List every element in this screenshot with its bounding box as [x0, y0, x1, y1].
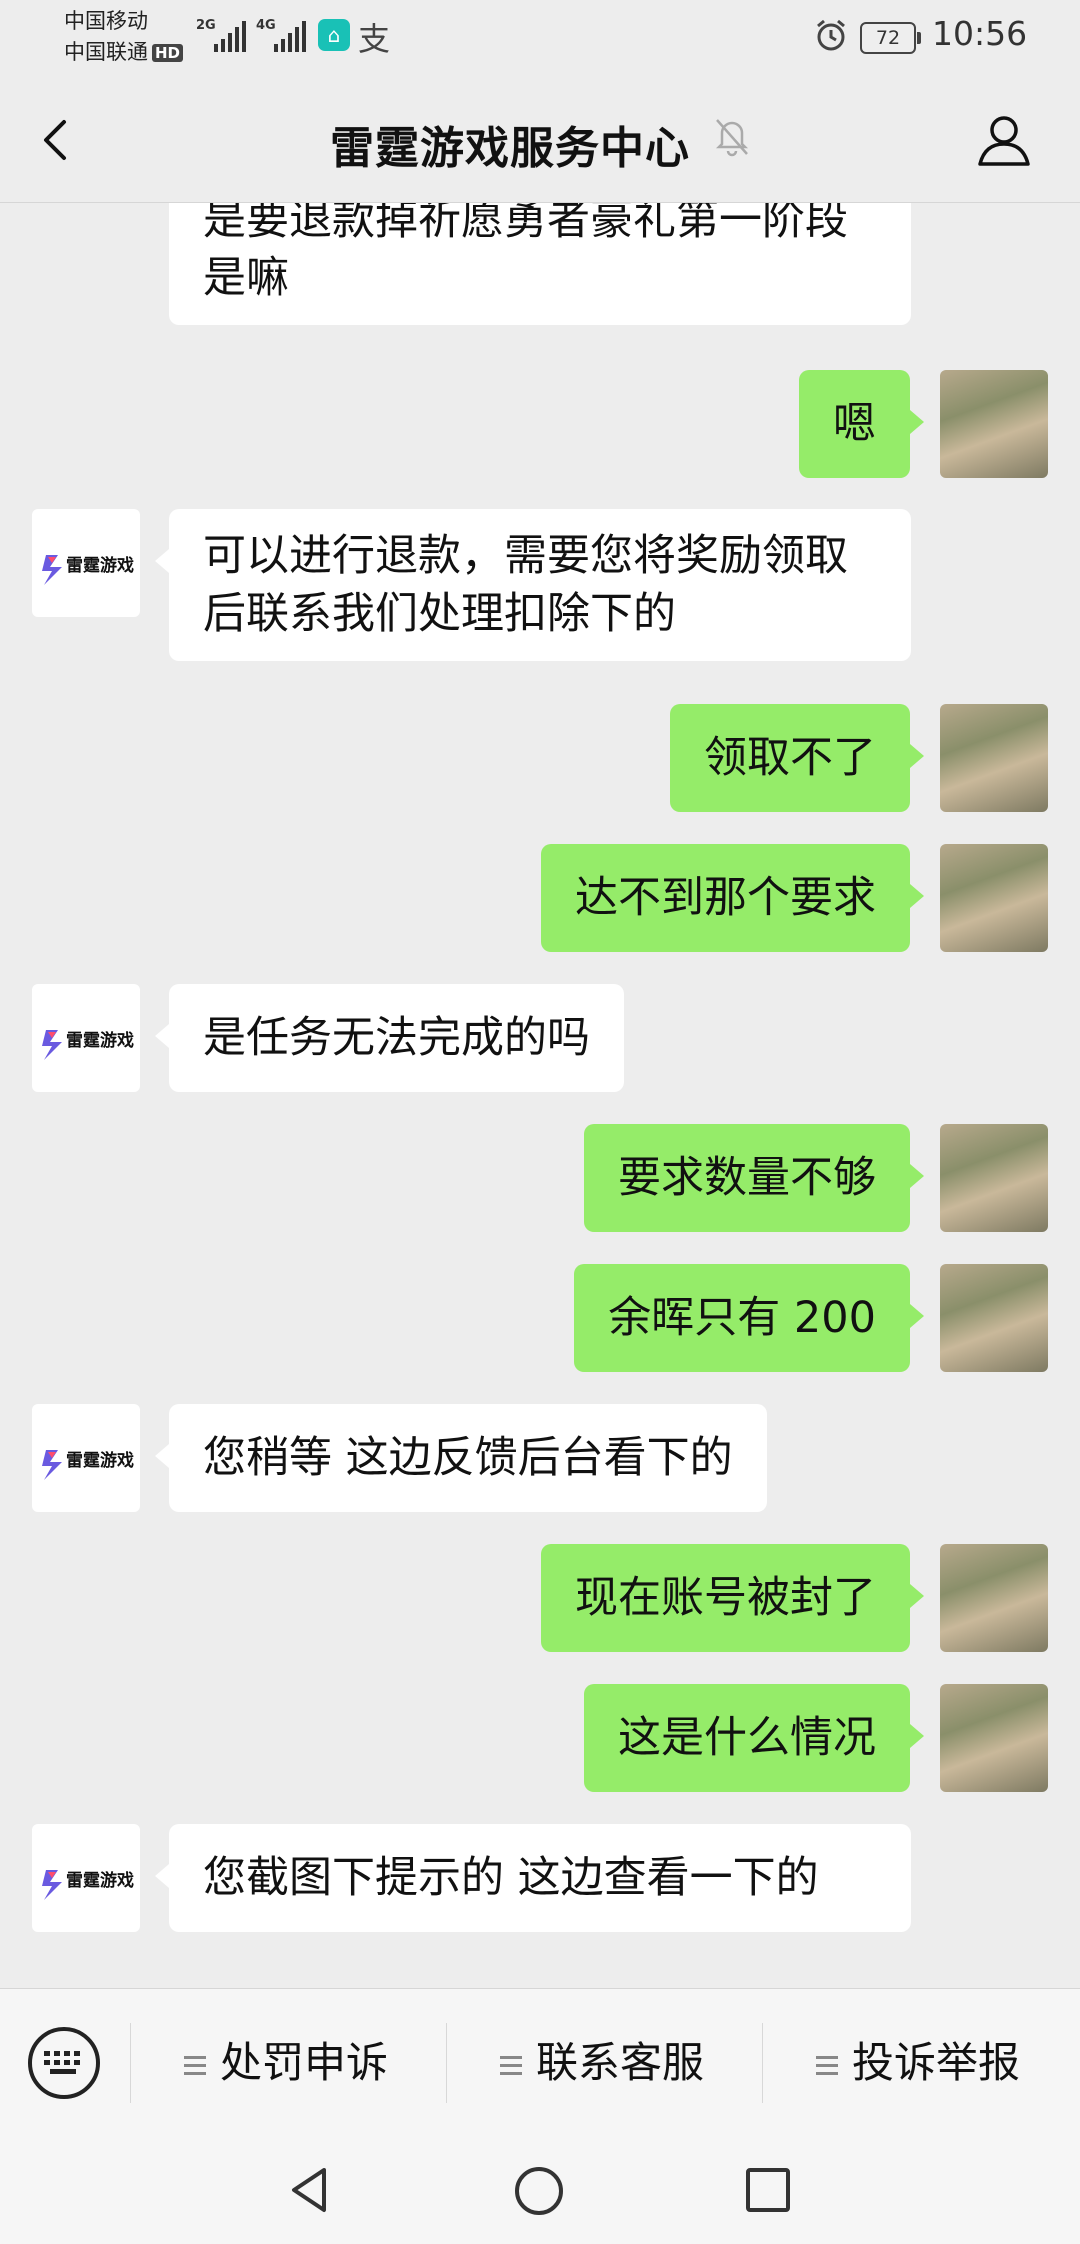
carrier-2: 中国联通: [64, 40, 148, 64]
hd-badge: HD: [152, 44, 184, 62]
carrier-info: 中国移动 中国联通 HD: [64, 6, 184, 68]
user-avatar[interactable]: [940, 844, 1048, 952]
bot-avatar[interactable]: 雷霆游戏: [32, 1404, 140, 1512]
thunder-logo-icon: 雷霆游戏: [42, 1450, 134, 1480]
nav-home-icon[interactable]: [512, 2164, 566, 2218]
page-title: 雷霆游戏服务中心: [330, 123, 690, 174]
menu-appeal-penalty[interactable]: 处罚申诉: [184, 1989, 388, 2137]
bot-avatar[interactable]: 雷霆游戏: [32, 1824, 140, 1932]
svg-text:雷霆游戏: 雷霆游戏: [66, 1030, 134, 1051]
bot-avatar[interactable]: 雷霆游戏: [32, 509, 140, 617]
svg-text:雷霆游戏: 雷霆游戏: [66, 555, 134, 576]
user-avatar[interactable]: [940, 370, 1048, 478]
carrier-1: 中国移动: [64, 9, 148, 33]
message-bubble-outgoing[interactable]: 这是什么情况: [584, 1684, 910, 1792]
battery-icon: 72: [860, 22, 921, 54]
menu-list-icon: [816, 2051, 838, 2080]
user-avatar[interactable]: [940, 1684, 1048, 1792]
thunder-logo-icon: 雷霆游戏: [42, 1870, 134, 1900]
thunder-logo-icon: 雷霆游戏: [42, 1030, 134, 1060]
title-bar: 雷霆游戏服务中心: [0, 78, 1080, 203]
message-bubble-outgoing[interactable]: 余晖只有 200: [574, 1264, 910, 1372]
alarm-icon: [817, 19, 845, 51]
system-nav-bar: [0, 2136, 1080, 2244]
message-bubble-incoming[interactable]: 是要退款掉祈愿勇者豪礼第一阶段是嘛: [169, 203, 911, 325]
nav-back-icon[interactable]: [284, 2164, 336, 2216]
user-avatar[interactable]: [940, 1264, 1048, 1372]
nav-recent-icon[interactable]: [744, 2166, 792, 2214]
muted-bell-icon: [715, 119, 749, 157]
message-bubble-incoming[interactable]: 您截图下提示的 这边查看一下的: [169, 1824, 911, 1932]
keyboard-icon[interactable]: [28, 2027, 100, 2099]
signal-icon-2: 4G: [256, 18, 308, 52]
status-bar: 中国移动 中国联通 HD 2G 4G ⌂ 支 72 10:56: [0, 0, 1080, 78]
bottom-menu-bar: 处罚申诉 联系客服 投诉举报: [0, 1988, 1080, 2137]
message-bubble-incoming[interactable]: 可以进行退款，需要您将奖励领取后联系我们处理扣除下的: [169, 509, 911, 661]
user-avatar[interactable]: [940, 1544, 1048, 1652]
chat-area[interactable]: 是要退款掉祈愿勇者豪礼第一阶段是嘛 嗯 雷霆游戏 可以进行退款，需要您将奖励领取…: [0, 203, 1080, 1988]
svg-text:雷霆游戏: 雷霆游戏: [66, 1870, 134, 1891]
home-app-icon: ⌂: [318, 19, 350, 51]
svg-text:雷霆游戏: 雷霆游戏: [66, 1450, 134, 1471]
user-avatar[interactable]: [940, 704, 1048, 812]
profile-icon[interactable]: [974, 108, 1034, 172]
menu-list-icon: [500, 2051, 522, 2080]
bot-avatar[interactable]: 雷霆游戏: [32, 984, 140, 1092]
clock: 10:56: [932, 14, 1028, 53]
message-bubble-incoming[interactable]: 您稍等 这边反馈后台看下的: [169, 1404, 767, 1512]
alipay-icon: 支: [358, 20, 391, 58]
menu-list-icon: [184, 2051, 206, 2080]
message-bubble-outgoing[interactable]: 要求数量不够: [584, 1124, 910, 1232]
message-bubble-outgoing[interactable]: 嗯: [799, 370, 910, 478]
message-bubble-incoming[interactable]: 是任务无法完成的吗: [169, 984, 624, 1092]
message-bubble-outgoing[interactable]: 达不到那个要求: [541, 844, 910, 952]
signal-icon: 2G: [196, 18, 248, 52]
menu-complaint-report[interactable]: 投诉举报: [816, 1989, 1020, 2137]
user-avatar[interactable]: [940, 1124, 1048, 1232]
message-bubble-outgoing[interactable]: 领取不了: [670, 704, 910, 812]
message-bubble-outgoing[interactable]: 现在账号被封了: [541, 1544, 910, 1652]
thunder-logo-icon: 雷霆游戏: [42, 555, 134, 585]
menu-contact-support[interactable]: 联系客服: [500, 1989, 704, 2137]
